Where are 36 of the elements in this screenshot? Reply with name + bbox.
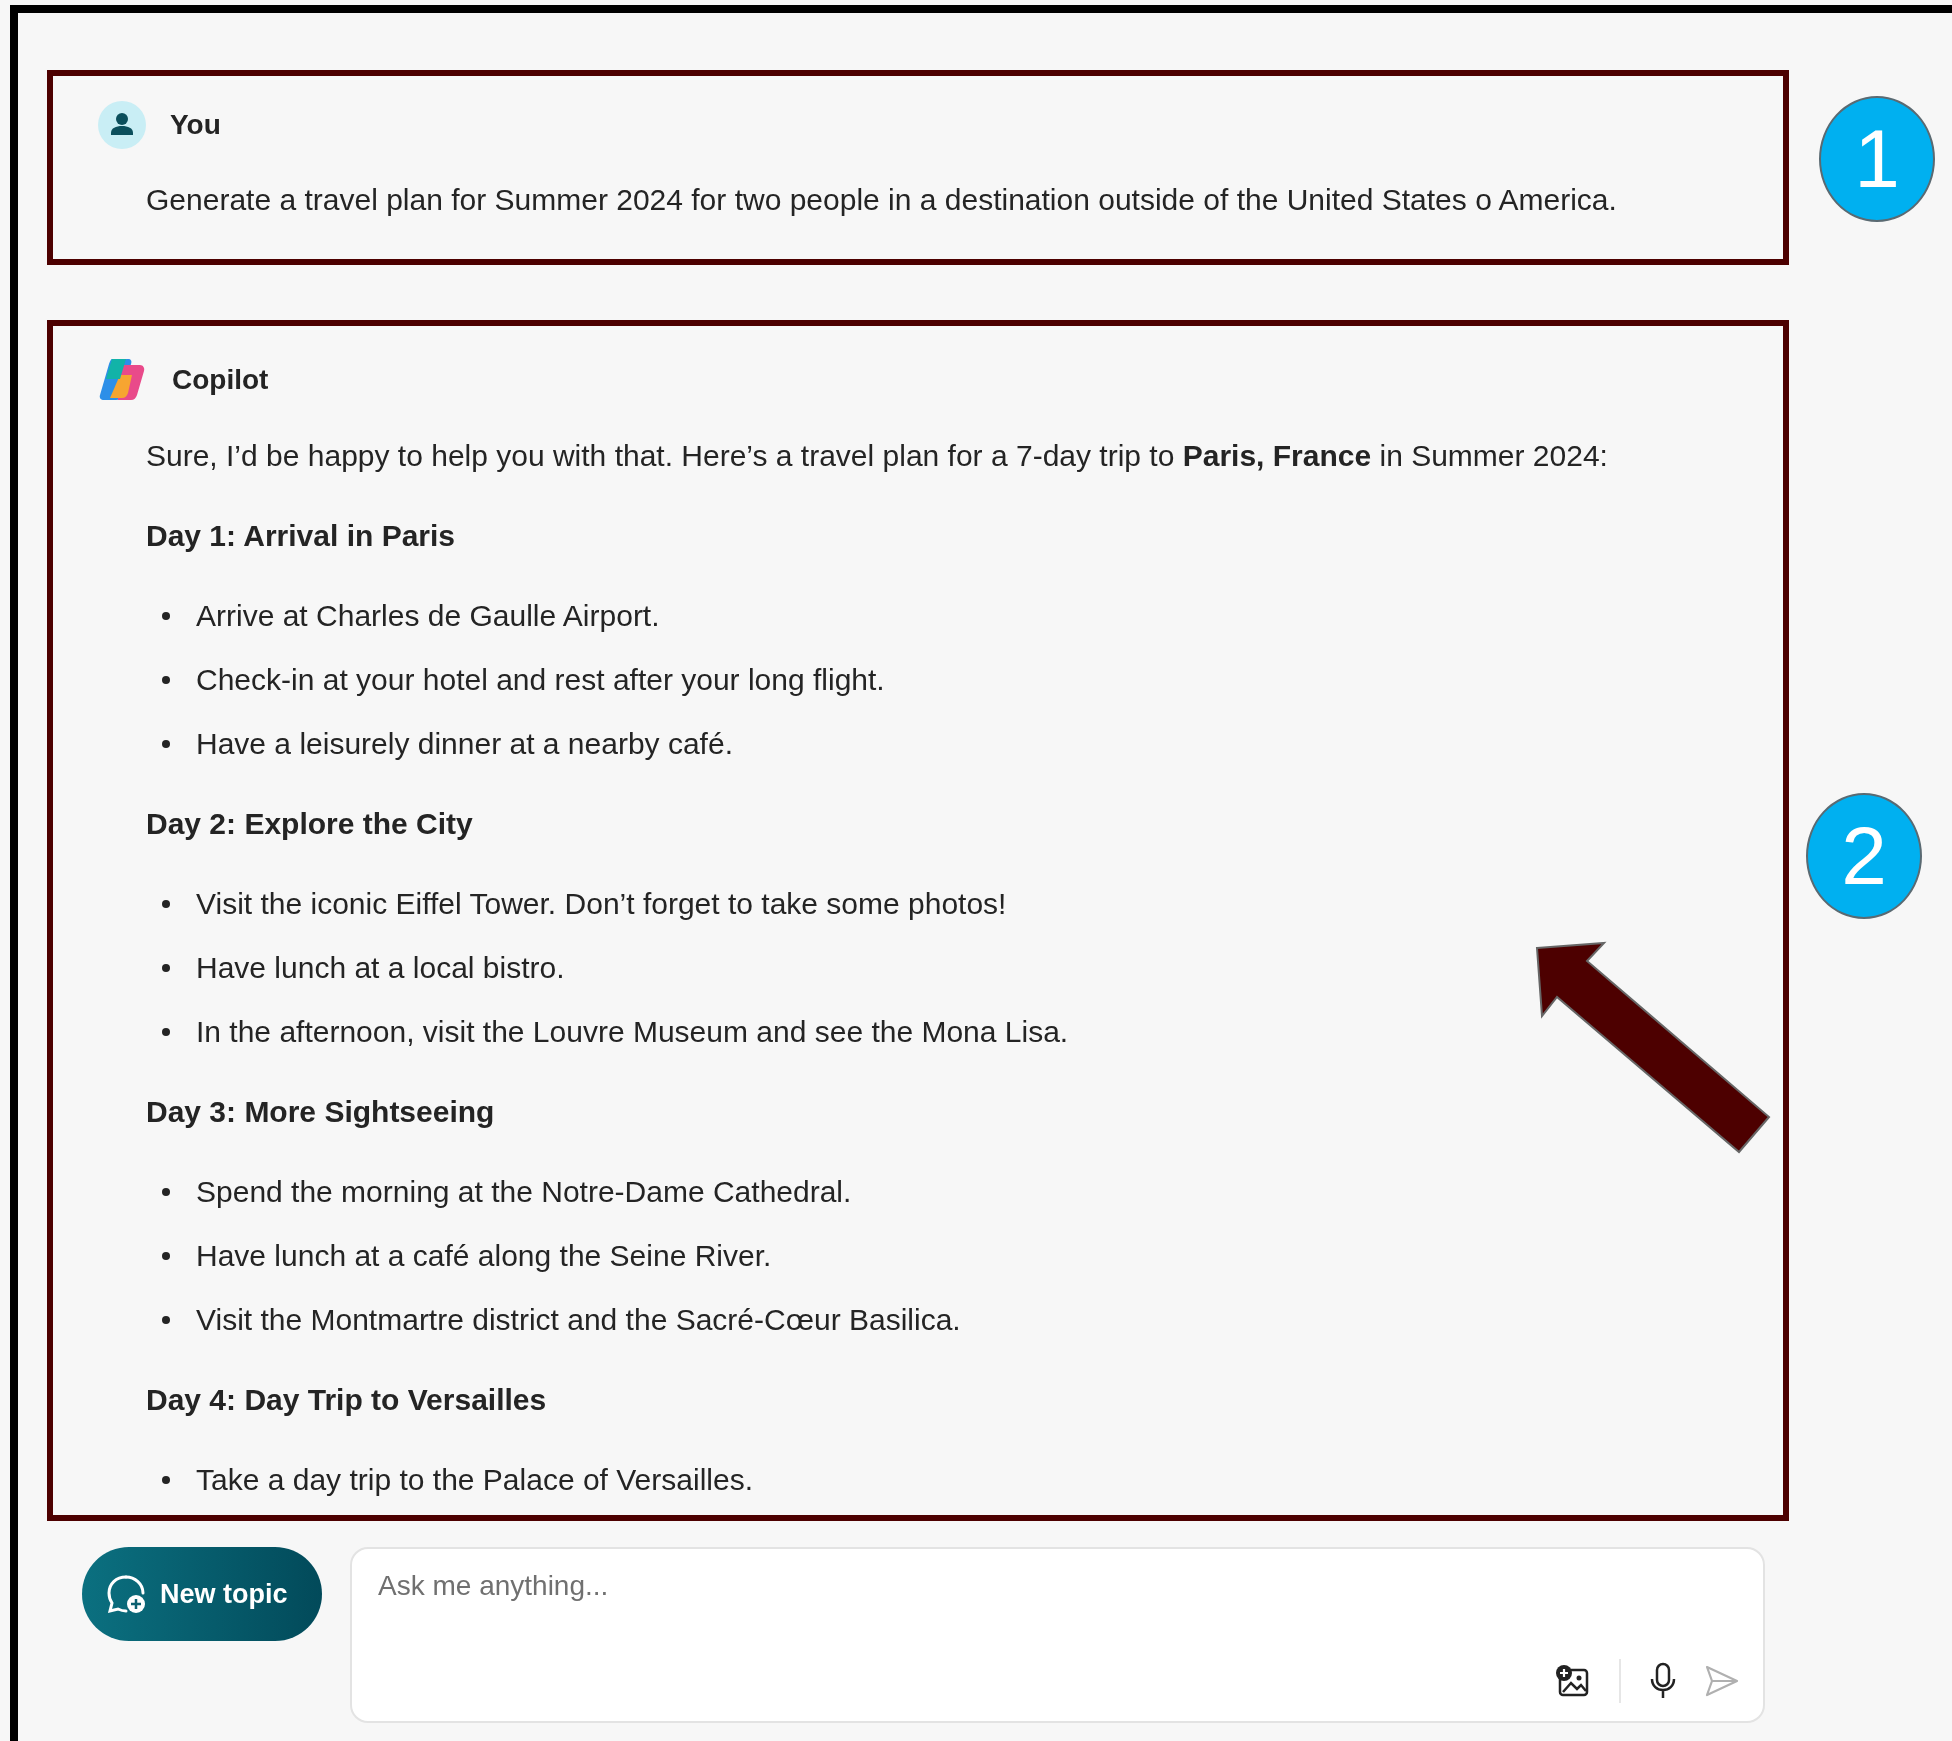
- message-text: Sure, I’d be happy to help you with that. Here’s a travel plan for a 7-day trip to Paris, France in Summer 2024:: [146, 438, 1609, 474]
- message-text: Generate a travel plan for Summer 2024 for two people in a destination outside of the United States o America.: [146, 182, 1618, 218]
- author-name: Copilot: [172, 364, 269, 396]
- bullet-icon: [162, 1252, 170, 1260]
- section-heading: Day 3: More Sightseeing: [146, 1094, 496, 1130]
- list-item: Spend the morning at the Notre-Dame Cathedral.: [196, 1174, 852, 1210]
- list-item: Check-in at your hotel and rest after your long flight.: [196, 662, 885, 698]
- message-input[interactable]: Ask me anything...: [376, 1569, 1739, 1603]
- bullet-icon: [162, 740, 170, 748]
- bullet-icon: [162, 900, 170, 908]
- bullet-icon: [162, 1188, 170, 1196]
- add-image-icon[interactable]: [1555, 1664, 1591, 1698]
- list-item: Take a day trip to the Palace of Versailles.: [196, 1462, 753, 1498]
- list-item: Visit the iconic Eiffel Tower. Don’t forget to take some photos!: [196, 886, 1007, 922]
- new-topic-button[interactable]: New topic: [82, 1547, 322, 1641]
- microphone-icon[interactable]: [1649, 1662, 1677, 1700]
- author-name: You: [170, 109, 221, 141]
- list-item: Have lunch at a café along the Seine River.: [196, 1238, 772, 1274]
- list-item: Arrive at Charles de Gaulle Airport.: [196, 598, 660, 634]
- callout-badge: 1: [1819, 96, 1935, 222]
- section-heading: Day 2: Explore the City: [146, 806, 474, 842]
- section-heading: Day 4: Day Trip to Versailles: [146, 1382, 548, 1418]
- bullet-icon: [162, 964, 170, 972]
- bullet-icon: [162, 612, 170, 620]
- bullet-icon: [162, 1028, 170, 1036]
- bullet-icon: [162, 1476, 170, 1484]
- chat-add-icon: [106, 1574, 148, 1614]
- section-heading: Day 1: Arrival in Paris: [146, 518, 457, 554]
- callout-badge: 2: [1806, 793, 1922, 919]
- bullet-icon: [162, 676, 170, 684]
- list-item: Have a leisurely dinner at a nearby café.: [196, 726, 733, 762]
- user-avatar-icon: [98, 101, 146, 149]
- list-item: Visit the Montmartre district and the Sacré-Cœur Basilica.: [196, 1302, 961, 1338]
- bullet-icon: [162, 1316, 170, 1324]
- list-item: Have lunch at a local bistro.: [196, 950, 565, 986]
- list-item: In the afternoon, visit the Louvre Museum and see the Mona Lisa.: [196, 1014, 1069, 1050]
